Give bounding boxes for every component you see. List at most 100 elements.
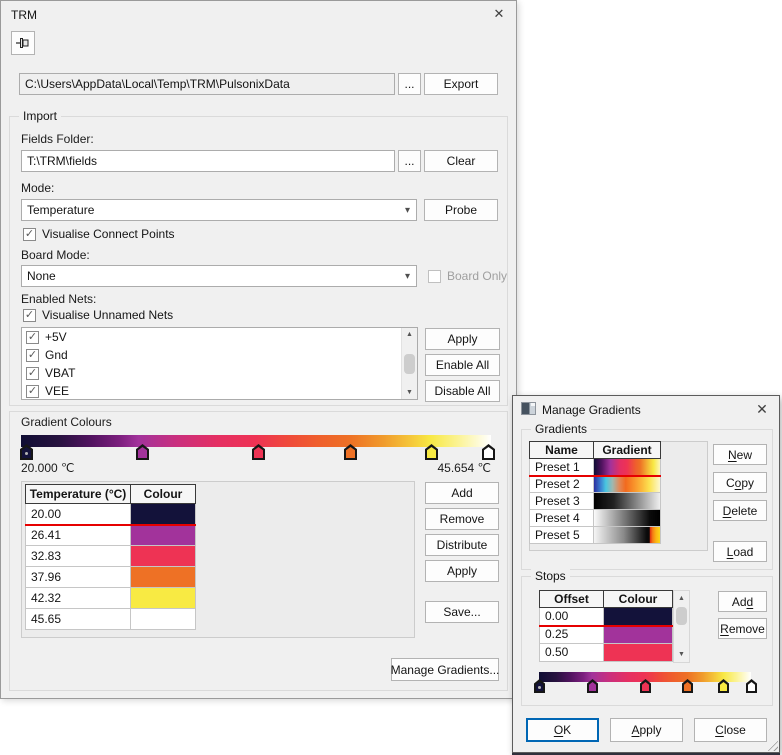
copy-button[interactable]: Copy [713,472,767,493]
nets-list[interactable]: ✓ +5V ✓ Gnd ✓ VBAT ✓ VEE ▲ ▼ [21,327,418,400]
temperature-cell[interactable]: 32.83 [25,546,131,567]
colour-swatch[interactable] [131,588,196,609]
net-list-item[interactable]: ✓ VEE [22,382,417,400]
offset-cell[interactable]: 0.00 [539,608,604,626]
net-list-item[interactable]: ✓ VBAT [22,364,417,382]
preset-name-cell[interactable]: Preset 5 [529,527,594,544]
table-row[interactable]: 26.41 [25,525,196,546]
scroll-down-icon[interactable]: ▼ [674,651,689,658]
remove-stop-button[interactable]: Remove [425,508,499,530]
gradient-stop-marker[interactable] [682,679,693,693]
enable-all-button[interactable]: Enable All [425,354,500,376]
preset-name-cell[interactable]: Preset 2 [529,476,594,493]
preset-row[interactable]: Preset 2 [529,476,661,493]
scrollbar-thumb[interactable] [404,354,415,374]
pin-button[interactable] [11,31,35,55]
table-row[interactable]: 20.00 [25,504,196,525]
fields-folder-input[interactable]: T:\TRM\fields [21,150,395,172]
load-button[interactable]: Load [713,541,767,562]
gradient-stop-marker[interactable] [344,444,357,460]
visualise-connect-points-row[interactable]: ✓ Visualise Connect Points [23,227,175,241]
preset-row[interactable]: Preset 1 [529,459,661,476]
gradient-stop-marker[interactable] [136,444,149,460]
add-stop-button[interactable]: Add [425,482,499,504]
new-button[interactable]: New [713,444,767,465]
export-button[interactable]: Export [424,73,498,95]
save-button[interactable]: Save... [425,601,499,623]
preset-gradient-cell[interactable] [594,527,661,544]
gradient-stop-marker[interactable] [425,444,438,460]
colour-swatch[interactable] [131,525,196,546]
gradient-stop-marker[interactable] [252,444,265,460]
scroll-up-icon[interactable]: ▲ [402,331,417,338]
disable-all-button[interactable]: Disable All [425,380,500,402]
preset-row[interactable]: Preset 4 [529,510,661,527]
distribute-button[interactable]: Distribute [425,534,499,556]
net-checkbox[interactable]: ✓ [26,367,39,380]
visualise-unnamed-nets-row[interactable]: ✓ Visualise Unnamed Nets [23,308,173,322]
gradient-apply-button[interactable]: Apply [425,560,499,582]
gradient-stop-marker[interactable] [746,679,757,693]
gradient-stop-marker[interactable] [587,679,598,693]
table-row[interactable]: 32.83 [25,546,196,567]
table-row[interactable]: 45.65 [25,609,196,630]
offset-cell[interactable]: 0.25 [539,626,604,644]
visualise-unnamed-nets-checkbox[interactable]: ✓ [23,309,36,322]
colour-swatch[interactable] [131,504,196,525]
scrollbar-thumb[interactable] [676,607,687,625]
stops-remove-button[interactable]: Remove [718,618,767,639]
colour-swatch[interactable] [604,644,673,662]
temperature-cell[interactable]: 37.96 [25,567,131,588]
net-list-item[interactable]: ✓ +5V [22,328,417,346]
gradient-stop-marker[interactable] [482,444,495,460]
table-row[interactable]: 42.32 [25,588,196,609]
manage-gradients-button[interactable]: Manage Gradients... [391,658,499,681]
colour-swatch[interactable] [131,567,196,588]
preset-name-cell[interactable]: Preset 4 [529,510,594,527]
export-path-browse-button[interactable]: ... [398,73,421,95]
preset-row[interactable]: Preset 5 [529,527,661,544]
stops-add-button[interactable]: Add [718,591,767,612]
colour-swatch[interactable] [604,626,673,644]
temperature-cell[interactable]: 42.32 [25,588,131,609]
offset-cell[interactable]: 0.50 [539,644,604,662]
gradient-stop-marker[interactable] [718,679,729,693]
board-mode-select[interactable]: None ▾ [21,265,417,287]
close-button[interactable]: Close [694,718,767,742]
preset-gradient-cell[interactable] [594,476,661,493]
clear-button[interactable]: Clear [424,150,498,172]
net-list-item[interactable]: ✓ Gnd [22,346,417,364]
scroll-down-icon[interactable]: ▼ [402,389,417,396]
delete-button[interactable]: Delete [713,500,767,521]
temperature-cell[interactable]: 20.00 [25,504,131,525]
temperature-cell[interactable]: 26.41 [25,525,131,546]
gradient-stop-marker[interactable] [20,444,33,460]
apply-button[interactable]: Apply [610,718,683,742]
fields-folder-browse-button[interactable]: ... [398,150,421,172]
gradient-stop-marker[interactable] [534,679,545,693]
preset-gradient-cell[interactable] [594,493,661,510]
colour-swatch[interactable] [604,608,673,626]
close-icon[interactable]: ✕ [752,400,772,418]
ok-button[interactable]: OK [526,718,599,742]
visualise-connect-points-checkbox[interactable]: ✓ [23,228,36,241]
gradient-stop-marker[interactable] [640,679,651,693]
preset-row[interactable]: Preset 3 [529,493,661,510]
preset-name-cell[interactable]: Preset 3 [529,493,594,510]
colour-swatch[interactable] [131,546,196,567]
temperature-cell[interactable]: 45.65 [25,609,131,630]
scroll-up-icon[interactable]: ▲ [674,595,689,602]
probe-button[interactable]: Probe [424,199,498,221]
stop-row[interactable]: 0.00 [539,608,673,626]
stops-scrollbar[interactable]: ▲ ▼ [673,590,690,663]
nets-apply-button[interactable]: Apply [425,328,500,350]
stop-row[interactable]: 0.25 [539,626,673,644]
colour-swatch[interactable] [131,609,196,630]
preset-gradient-cell[interactable] [594,459,661,476]
table-row[interactable]: 37.96 [25,567,196,588]
nets-scrollbar[interactable]: ▲ ▼ [401,328,417,399]
close-icon[interactable]: ✕ [489,5,509,23]
preset-name-cell[interactable]: Preset 1 [529,459,594,476]
stop-row[interactable]: 0.50 [539,644,673,662]
net-checkbox[interactable]: ✓ [26,349,39,362]
